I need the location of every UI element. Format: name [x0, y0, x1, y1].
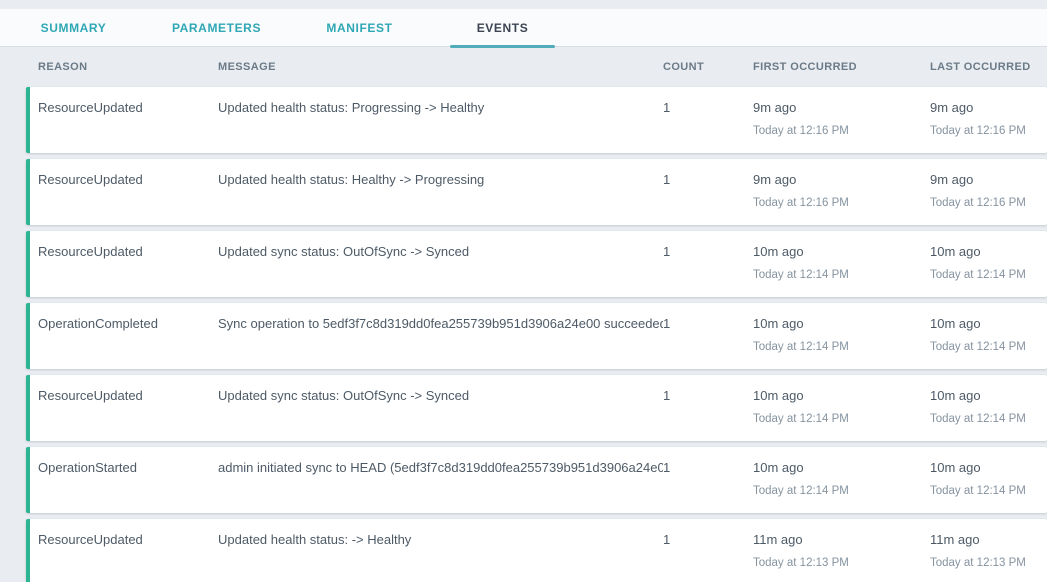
header-reason: REASON — [30, 61, 218, 73]
event-row: ResourceUpdated Updated health status: H… — [26, 159, 1047, 225]
event-last-occurred: 10m ago Today at 12:14 PM — [930, 460, 1047, 513]
event-count: 1 — [663, 316, 753, 369]
events-table-header: REASON MESSAGE COUNT FIRST OCCURRED LAST… — [30, 47, 1047, 87]
event-first-occurred: 9m ago Today at 12:16 PM — [753, 172, 930, 225]
event-reason: ResourceUpdated — [30, 532, 218, 582]
event-first-occurred: 10m ago Today at 12:14 PM — [753, 316, 930, 369]
event-first-occurred: 9m ago Today at 12:16 PM — [753, 100, 930, 153]
last-occurred-relative: 11m ago — [930, 532, 1047, 548]
first-occurred-absolute: Today at 12:14 PM — [753, 267, 930, 283]
event-last-occurred: 9m ago Today at 12:16 PM — [930, 100, 1047, 153]
header-message: MESSAGE — [218, 61, 663, 73]
event-count: 1 — [663, 172, 753, 225]
first-occurred-absolute: Today at 12:14 PM — [753, 411, 930, 427]
last-occurred-relative: 10m ago — [930, 388, 1047, 404]
event-reason: ResourceUpdated — [30, 244, 218, 297]
event-message: Updated health status: Healthy -> Progre… — [218, 172, 663, 225]
event-last-occurred: 10m ago Today at 12:14 PM — [930, 388, 1047, 441]
event-row: OperationCompleted Sync operation to 5ed… — [26, 303, 1047, 369]
first-occurred-absolute: Today at 12:13 PM — [753, 555, 930, 571]
last-occurred-relative: 9m ago — [930, 100, 1047, 116]
event-reason: ResourceUpdated — [30, 100, 218, 153]
event-message: Updated sync status: OutOfSync -> Synced — [218, 388, 663, 441]
last-occurred-absolute: Today at 12:14 PM — [930, 411, 1047, 427]
event-count: 1 — [663, 100, 753, 153]
event-last-occurred: 11m ago Today at 12:13 PM — [930, 532, 1047, 582]
event-first-occurred: 10m ago Today at 12:14 PM — [753, 388, 930, 441]
application-tabs: SUMMARY PARAMETERS MANIFEST EVENTS — [0, 9, 1047, 47]
event-reason: OperationCompleted — [30, 316, 218, 369]
event-last-occurred: 9m ago Today at 12:16 PM — [930, 172, 1047, 225]
tab-manifest-label: MANIFEST — [326, 21, 392, 35]
tab-parameters-label: PARAMETERS — [172, 21, 261, 35]
last-occurred-absolute: Today at 12:13 PM — [930, 555, 1047, 571]
event-count: 1 — [663, 460, 753, 513]
first-occurred-absolute: Today at 12:14 PM — [753, 339, 930, 355]
event-row: ResourceUpdated Updated health status: -… — [26, 519, 1047, 582]
tab-events[interactable]: EVENTS — [431, 9, 574, 46]
first-occurred-relative: 10m ago — [753, 244, 930, 260]
last-occurred-relative: 9m ago — [930, 172, 1047, 188]
event-reason: OperationStarted — [30, 460, 218, 513]
event-reason: ResourceUpdated — [30, 388, 218, 441]
first-occurred-relative: 10m ago — [753, 460, 930, 476]
event-row: OperationStarted admin initiated sync to… — [26, 447, 1047, 513]
event-message: admin initiated sync to HEAD (5edf3f7c8d… — [218, 460, 663, 513]
event-first-occurred: 10m ago Today at 12:14 PM — [753, 460, 930, 513]
first-occurred-absolute: Today at 12:14 PM — [753, 483, 930, 499]
first-occurred-relative: 10m ago — [753, 388, 930, 404]
tab-summary-label: SUMMARY — [41, 21, 107, 35]
header-last-occurred: LAST OCCURRED — [930, 61, 1047, 73]
first-occurred-relative: 9m ago — [753, 100, 930, 116]
tab-parameters[interactable]: PARAMETERS — [145, 9, 288, 46]
last-occurred-absolute: Today at 12:16 PM — [930, 195, 1047, 211]
last-occurred-absolute: Today at 12:14 PM — [930, 483, 1047, 499]
first-occurred-relative: 9m ago — [753, 172, 930, 188]
first-occurred-relative: 10m ago — [753, 316, 930, 332]
event-message: Updated health status: -> Healthy — [218, 532, 663, 582]
event-message: Updated sync status: OutOfSync -> Synced — [218, 244, 663, 297]
header-first-occurred: FIRST OCCURRED — [753, 61, 930, 73]
event-last-occurred: 10m ago Today at 12:14 PM — [930, 316, 1047, 369]
last-occurred-absolute: Today at 12:14 PM — [930, 339, 1047, 355]
last-occurred-absolute: Today at 12:16 PM — [930, 123, 1047, 139]
last-occurred-relative: 10m ago — [930, 244, 1047, 260]
last-occurred-relative: 10m ago — [930, 460, 1047, 476]
events-list: ResourceUpdated Updated health status: P… — [26, 87, 1047, 582]
first-occurred-absolute: Today at 12:16 PM — [753, 195, 930, 211]
event-row: ResourceUpdated Updated sync status: Out… — [26, 375, 1047, 441]
event-row: ResourceUpdated Updated sync status: Out… — [26, 231, 1047, 297]
event-row: ResourceUpdated Updated health status: P… — [26, 87, 1047, 153]
event-message: Sync operation to 5edf3f7c8d319dd0fea255… — [218, 316, 663, 369]
tab-events-label: EVENTS — [477, 21, 529, 35]
first-occurred-absolute: Today at 12:16 PM — [753, 123, 930, 139]
header-count: COUNT — [663, 61, 753, 73]
last-occurred-relative: 10m ago — [930, 316, 1047, 332]
event-count: 1 — [663, 532, 753, 582]
first-occurred-relative: 11m ago — [753, 532, 930, 548]
event-last-occurred: 10m ago Today at 12:14 PM — [930, 244, 1047, 297]
event-reason: ResourceUpdated — [30, 172, 218, 225]
event-message: Updated health status: Progressing -> He… — [218, 100, 663, 153]
event-count: 1 — [663, 244, 753, 297]
tab-summary[interactable]: SUMMARY — [2, 9, 145, 46]
event-first-occurred: 10m ago Today at 12:14 PM — [753, 244, 930, 297]
tab-manifest[interactable]: MANIFEST — [288, 9, 431, 46]
event-first-occurred: 11m ago Today at 12:13 PM — [753, 532, 930, 582]
last-occurred-absolute: Today at 12:14 PM — [930, 267, 1047, 283]
event-count: 1 — [663, 388, 753, 441]
